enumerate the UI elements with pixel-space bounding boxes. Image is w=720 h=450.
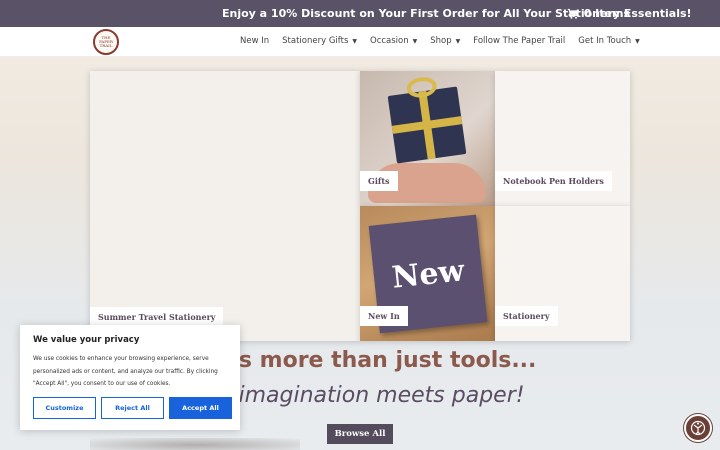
- chevron-down-icon: ▼: [352, 37, 357, 45]
- chevron-down-icon: ▼: [412, 37, 418, 45]
- chevron-down-icon: ▼: [455, 37, 461, 45]
- cart-icon: [567, 8, 579, 19]
- tile-label-notebook: Notebook Pen Holders: [495, 171, 612, 191]
- tile-label-new-in: New In: [360, 306, 408, 326]
- logo-text: THE PAPER TRAIL: [99, 35, 113, 48]
- tile-label-gifts: Gifts: [360, 171, 398, 191]
- nav-item-new-in[interactable]: New In: [240, 36, 269, 46]
- cart-link[interactable]: 0 Items: [567, 7, 630, 20]
- decorative-shadow: [90, 438, 300, 450]
- tile-label-summer: Summer Travel Stationery: [90, 307, 224, 327]
- accept-all-button[interactable]: Accept All: [169, 397, 232, 419]
- gift-box-image: [387, 75, 467, 164]
- category-grid: Summer Travel Stationery Gifts Notebook …: [90, 71, 630, 341]
- nav-item-shop[interactable]: Shop ▼: [430, 36, 460, 46]
- customize-button[interactable]: Customize: [33, 397, 96, 419]
- accessibility-icon[interactable]: [684, 414, 712, 442]
- nav-item-occasion[interactable]: Occasion ▼: [370, 36, 417, 46]
- site-header: THE PAPER TRAIL New In Stationery Gifts ▼…: [0, 27, 720, 57]
- nav-item-stationery-gifts[interactable]: Stationery Gifts ▼: [282, 36, 357, 46]
- cookie-consent-banner: We value your privacy We use cookies to …: [20, 325, 240, 430]
- tile-summer-travel[interactable]: Summer Travel Stationery: [90, 71, 360, 341]
- tile-gifts[interactable]: Gifts: [360, 71, 495, 206]
- chevron-down-icon: ▼: [635, 37, 640, 45]
- cart-count: 0 Items: [583, 7, 630, 20]
- announcement-bar: Enjoy a 10% Discount on Your First Order…: [0, 0, 720, 27]
- nav-item-get-in-touch[interactable]: Get In Touch ▼: [578, 36, 639, 46]
- site-logo[interactable]: THE PAPER TRAIL: [93, 29, 119, 55]
- browse-all-button[interactable]: Browse All: [327, 424, 393, 444]
- cookie-title: We value your privacy: [33, 335, 140, 345]
- accessibility-symbol-icon: [690, 420, 706, 436]
- reject-all-button[interactable]: Reject All: [101, 397, 164, 419]
- cookie-body: We use cookies to enhance your browsing …: [33, 356, 218, 387]
- tile-stationery[interactable]: Stationery: [495, 206, 630, 341]
- nav-item-follow[interactable]: Follow The Paper Trail: [473, 36, 565, 46]
- main-nav: New In Stationery Gifts ▼ Occasion ▼ Shop ▼…: [240, 36, 653, 46]
- tile-label-stationery: Stationery: [495, 306, 558, 326]
- tile-notebook-pen-holders[interactable]: Notebook Pen Holders: [495, 71, 630, 206]
- tile-new-in[interactable]: New New In: [360, 206, 495, 341]
